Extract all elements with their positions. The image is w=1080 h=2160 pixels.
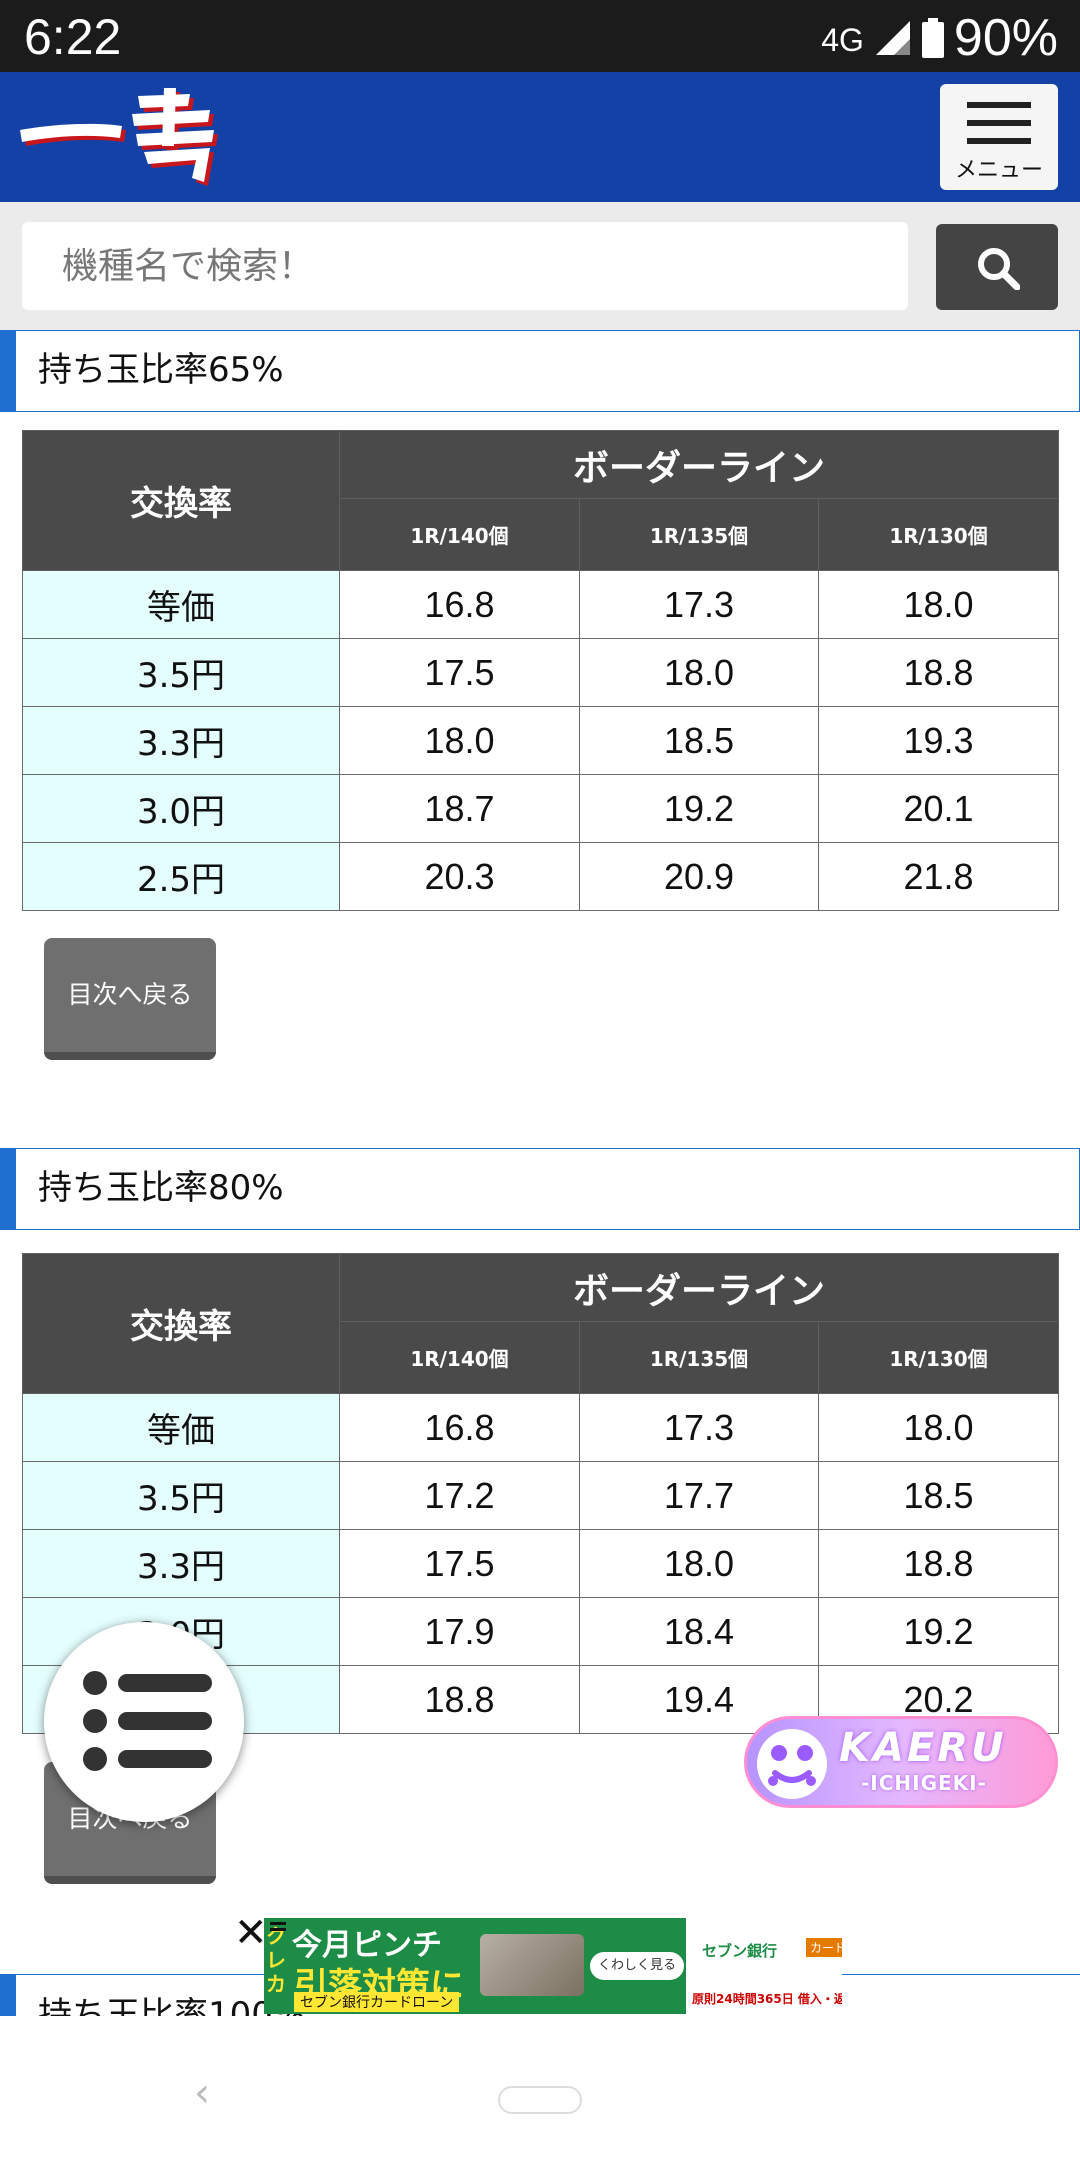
- battery-icon: [921, 18, 944, 58]
- ad-bank-name: セブン銀行: [702, 1942, 778, 1960]
- table-row: 3.3円 17.5 18.0 18.8: [22, 1529, 1060, 1598]
- value-cell: 19.3: [817, 706, 1060, 775]
- rate-cell: 3.0円: [22, 774, 340, 843]
- value-cell: 17.7: [579, 1461, 819, 1530]
- rate-cell: 3.3円: [22, 706, 340, 775]
- ad-banner[interactable]: クレカ 今月ピンチ 引落対策に セブン銀行カードローン くわしく見る セブン銀行…: [264, 1918, 842, 2014]
- column-header: 1R/135個: [579, 1321, 819, 1394]
- value-cell: 17.3: [579, 1393, 819, 1462]
- value-cell: 17.3: [579, 570, 819, 639]
- value-cell: 18.0: [339, 706, 580, 775]
- ad-close-button[interactable]: ✕: [234, 1910, 268, 1956]
- table-row: 3.0円 18.7 19.2 20.1: [22, 774, 1060, 843]
- value-cell: 18.0: [817, 1393, 1060, 1462]
- frog-icon: [757, 1729, 827, 1799]
- value-cell: 18.4: [579, 1597, 819, 1666]
- column-header: 1R/140個: [339, 1321, 580, 1394]
- ad-footer: 原則24時間365日 借入・返済: [692, 1992, 842, 2006]
- ad-side-panel: セブン銀行 カードローン 原則24時間365日 借入・返済: [688, 1918, 842, 2014]
- site-logo[interactable]: [14, 86, 244, 190]
- table-row: 3.5円 17.5 18.0 18.8: [22, 638, 1060, 707]
- back-nav-icon[interactable]: ‹: [194, 2070, 210, 2116]
- header-border-line: ボーダーライン: [338, 1253, 1060, 1322]
- value-cell: 17.9: [339, 1597, 580, 1666]
- header-exchange-rate: 交換率: [22, 1253, 340, 1394]
- toc-list-fab[interactable]: [44, 1622, 244, 1822]
- value-cell: 19.2: [817, 1597, 1060, 1666]
- value-cell: 20.1: [817, 774, 1060, 843]
- value-cell: 17.5: [339, 1529, 580, 1598]
- menu-button[interactable]: メニュー: [940, 84, 1058, 190]
- header-exchange-rate: 交換率: [22, 430, 340, 571]
- value-cell: 17.2: [339, 1461, 580, 1530]
- value-cell: 16.8: [339, 1393, 580, 1462]
- table-row: 等価 16.8 17.3 18.0: [22, 1393, 1060, 1462]
- value-cell: 17.5: [339, 638, 580, 707]
- column-header: 1R/135個: [579, 498, 819, 571]
- section-heading-65: 持ち玉比率65%: [0, 330, 1080, 412]
- ad-card-image: [480, 1934, 584, 1996]
- rate-cell: 3.5円: [22, 638, 340, 707]
- value-cell: 18.5: [817, 1461, 1060, 1530]
- rate-cell: 2.5円: [22, 842, 340, 911]
- home-nav-pill[interactable]: [498, 2086, 582, 2114]
- battery-percent: 90%: [953, 9, 1058, 67]
- back-to-toc-button[interactable]: 目次へ戻る: [44, 938, 216, 1060]
- value-cell: 19.2: [579, 774, 819, 843]
- list-icon: [83, 1671, 212, 1771]
- column-header: 1R/130個: [817, 1321, 1060, 1394]
- table-row: 2.5円 20.3 20.9 21.8: [22, 842, 1060, 911]
- value-cell: 18.0: [579, 638, 819, 707]
- kaeru-title: KAERU: [839, 1725, 1007, 1771]
- value-cell: 21.8: [817, 842, 1060, 911]
- hamburger-icon: [967, 102, 1031, 148]
- site-header: メニュー: [0, 72, 1080, 202]
- column-header: 1R/140個: [339, 498, 580, 571]
- search-input[interactable]: [22, 222, 908, 310]
- border-table-65: 交換率 ボーダーライン 1R/140個 1R/135個 1R/130個 等価 1…: [22, 430, 1060, 911]
- rate-cell: 等価: [22, 570, 340, 639]
- value-cell: 18.7: [339, 774, 580, 843]
- kaeru-subtitle: -ICHIGEKI-: [861, 1771, 987, 1795]
- search-button[interactable]: [936, 224, 1058, 310]
- value-cell: 18.0: [817, 570, 1060, 639]
- kaeru-badge[interactable]: KAERU -ICHIGEKI-: [744, 1716, 1058, 1808]
- value-cell: 18.8: [817, 638, 1060, 707]
- network-type: 4G: [821, 21, 864, 58]
- rate-cell: 3.3円: [22, 1529, 340, 1598]
- ad-more-button[interactable]: くわしく見る: [590, 1952, 684, 1980]
- table-row: 3.3円 18.0 18.5 19.3: [22, 706, 1060, 775]
- rate-cell: 等価: [22, 1393, 340, 1462]
- header-border-line: ボーダーライン: [338, 430, 1060, 499]
- value-cell: 16.8: [339, 570, 580, 639]
- ad-info-icon[interactable]: [270, 1920, 286, 1934]
- column-header: 1R/130個: [817, 498, 1060, 571]
- ad-tag: カードローン: [806, 1938, 842, 1957]
- status-time: 6:22: [24, 9, 122, 65]
- rate-cell: 3.5円: [22, 1461, 340, 1530]
- status-bar: 6:22 4G 90%: [0, 0, 1080, 72]
- value-cell: 18.8: [339, 1665, 580, 1734]
- value-cell: 20.9: [579, 842, 819, 911]
- menu-label: メニュー: [954, 158, 1043, 183]
- ad-line3: セブン銀行カードローン: [294, 1992, 460, 2012]
- status-indicators: 4G 90%: [821, 8, 1058, 68]
- search-bar: [0, 202, 1080, 330]
- search-icon: [978, 248, 1020, 290]
- table-row: 3.5円 17.2 17.7 18.5: [22, 1461, 1060, 1530]
- signal-icon: [875, 21, 910, 55]
- table-row: 等価 16.8 17.3 18.0: [22, 570, 1060, 639]
- section-heading-80: 持ち玉比率80%: [0, 1148, 1080, 1230]
- system-nav-bar: ‹: [0, 2016, 1080, 2160]
- value-cell: 18.0: [579, 1529, 819, 1598]
- ad-vertical-text: クレカ: [266, 1924, 286, 1996]
- ad-main-panel: クレカ 今月ピンチ 引落対策に セブン銀行カードローン くわしく見る: [264, 1918, 686, 2014]
- value-cell: 18.5: [579, 706, 819, 775]
- value-cell: 20.3: [339, 842, 580, 911]
- value-cell: 18.8: [817, 1529, 1060, 1598]
